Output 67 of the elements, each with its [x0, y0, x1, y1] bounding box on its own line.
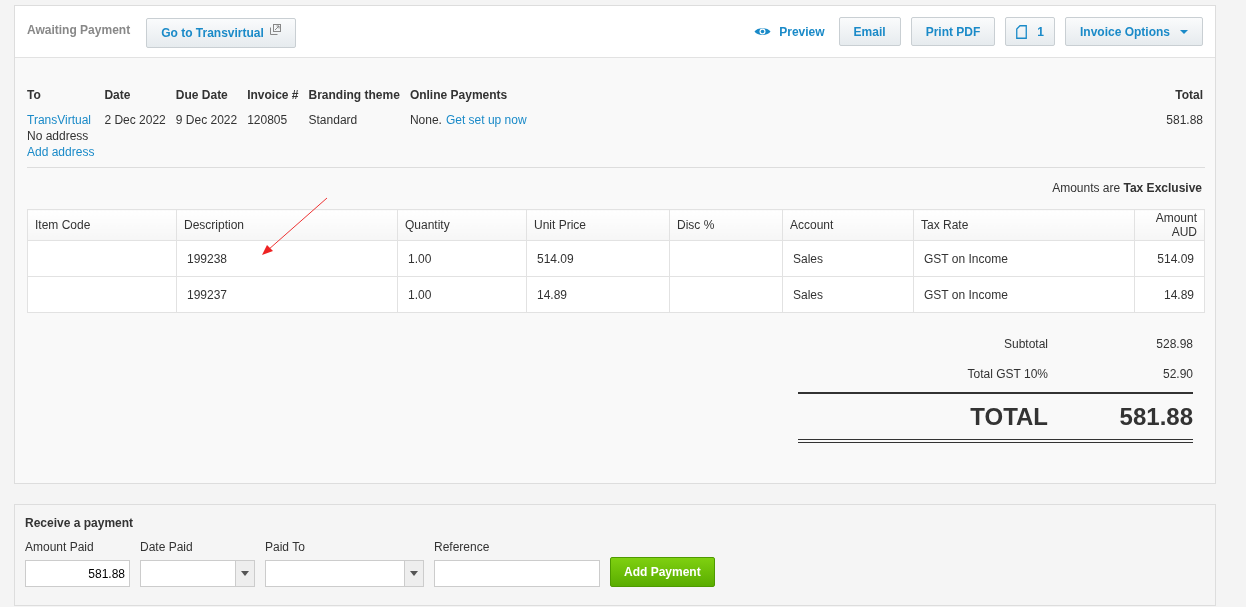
status-label: Awaiting Payment	[27, 22, 131, 37]
table-cell: GST on Income	[913, 240, 1135, 277]
column-header: Amount AUD	[1134, 209, 1205, 241]
field-label: Paid To	[265, 540, 306, 554]
column-header: Item Code	[27, 209, 177, 241]
page-icon	[1016, 24, 1028, 39]
external-link-icon	[269, 23, 281, 35]
field-label: Due Date	[175, 88, 229, 102]
caret-icon	[410, 571, 418, 576]
text-input[interactable]	[434, 560, 600, 587]
column-header: Tax Rate	[913, 209, 1135, 241]
setup-link[interactable]: Get set up now	[445, 112, 527, 128]
action-button[interactable]: Email	[838, 17, 901, 46]
address-text: No address	[27, 128, 90, 144]
column-header: Unit Price	[526, 209, 670, 241]
preview-text[interactable]: Preview	[779, 24, 825, 39]
table-cell: 199237	[176, 276, 398, 313]
column-header: Description	[176, 209, 398, 241]
field-label: Reference	[434, 540, 491, 554]
totals-label: Subtotal	[1003, 337, 1048, 351]
total-value: 581.88	[1166, 112, 1203, 128]
amount-input[interactable]: 581.88	[25, 560, 130, 587]
field-label: Date	[104, 88, 132, 102]
caret-icon	[1180, 29, 1188, 34]
eye-icon	[754, 26, 772, 37]
totals-value: 528.98	[1155, 337, 1193, 351]
totals-label: Total GST 10%	[967, 367, 1048, 381]
dropdown-field[interactable]	[140, 560, 255, 587]
field-label: Invoice #	[247, 88, 299, 102]
field-value: None.	[409, 112, 442, 128]
totals-value: 52.90	[1161, 367, 1193, 381]
add-address-link[interactable]: Add address	[27, 144, 95, 160]
table-cell: 514.09	[526, 240, 670, 277]
column-header: Account	[782, 209, 914, 241]
table-cell: 1.00	[397, 276, 527, 313]
field-value: Standard	[308, 112, 359, 128]
field-value: 2 Dec 2022	[104, 112, 166, 128]
table-cell: 1.00	[397, 240, 527, 277]
table-cell: 14.89	[1134, 276, 1205, 313]
invoice-options-button[interactable]: Invoice Options	[1065, 17, 1203, 46]
action-button[interactable]: Print PDF	[910, 17, 996, 46]
table-cell: GST on Income	[913, 276, 1135, 313]
field-label: Branding theme	[308, 88, 400, 102]
table-cell: Sales	[782, 240, 914, 277]
grand-total-label: TOTAL	[970, 402, 1048, 431]
table-cell: 514.09	[1134, 240, 1205, 277]
payment-title: Receive a payment	[25, 516, 135, 530]
grand-total-value: 581.88	[1118, 402, 1193, 431]
amounts-note: Amounts are Tax Exclusive	[1051, 181, 1202, 195]
table-cell: Sales	[782, 276, 914, 313]
field-value: 120805	[247, 112, 289, 128]
contact-link[interactable]: TransVirtual	[27, 112, 95, 128]
preview-link[interactable]: Preview	[754, 24, 825, 39]
dropdown-field[interactable]	[265, 560, 424, 587]
column-header: Quantity	[397, 209, 527, 241]
field-label: Total	[1175, 88, 1203, 102]
field-label: Online Payments	[409, 88, 509, 102]
field-label: Date Paid	[140, 540, 194, 554]
caret-icon	[241, 571, 249, 576]
field-value: 9 Dec 2022	[175, 112, 238, 128]
column-header: Disc %	[669, 209, 783, 241]
copies-button[interactable]: 1	[1005, 17, 1055, 46]
table-cell: 14.89	[526, 276, 670, 313]
field-label: Amount Paid	[25, 540, 95, 554]
go-to-button[interactable]: Go to Transvirtual	[146, 17, 296, 48]
field-label: To	[27, 88, 42, 102]
add-payment-button[interactable]: Add Payment	[610, 557, 715, 587]
